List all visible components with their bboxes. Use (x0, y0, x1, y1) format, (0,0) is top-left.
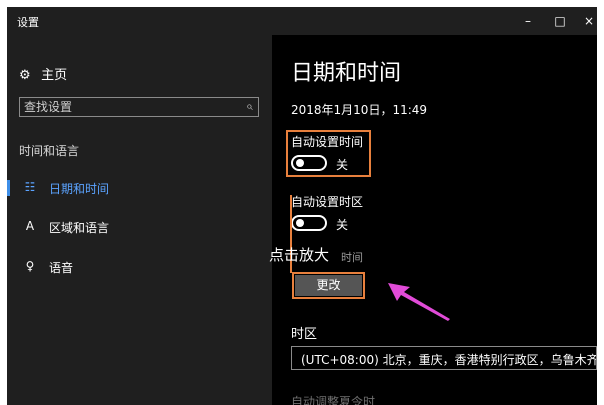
sidebar-item-date-time[interactable]: ☷ 日期和时间 (7, 175, 272, 201)
current-datetime: 2018年1月10日，11:49 (291, 103, 428, 117)
arrow-shape (388, 283, 450, 321)
window-title: 设置 (17, 16, 39, 29)
toggle-knob (296, 219, 304, 227)
timezone-label: 时区 (291, 327, 318, 342)
calendar-clock-icon: ☷ (24, 180, 36, 194)
microphone-icon: ♀ (25, 259, 35, 273)
timezone-value: (UTC+08:00) 北京，重庆，香港特别行政区，乌鲁木齐 (301, 353, 597, 367)
section-title: 时间和语言 (19, 144, 80, 158)
search-input[interactable] (24, 99, 234, 115)
sidebar-item-label: 区域和语言 (49, 221, 110, 235)
maximize-button[interactable]: □ (544, 7, 576, 35)
title-bar: 设置 – □ × (7, 7, 597, 35)
gear-icon: ⚙ (19, 68, 31, 83)
home-link[interactable]: ⚙ 主页 (19, 64, 67, 83)
annotation-arrow-icon (388, 283, 450, 321)
minimize-button[interactable]: – (512, 7, 544, 35)
sidebar-item-label: 日期和时间 (49, 182, 110, 196)
auto-timezone-label: 自动设置时区 (291, 195, 364, 209)
manual-time-label: 时间 (341, 251, 363, 264)
sidebar: ⚙ 主页 ⌕ 时间和语言 ☷ 日期和时间 A 区域和语言 ♀ 语音 (7, 35, 272, 405)
active-indicator (7, 180, 10, 196)
home-label: 主页 (41, 68, 68, 83)
zoom-hint-label: 点击放大 (269, 246, 330, 264)
page-title: 日期和时间 (291, 61, 402, 86)
region-language-icon: A (25, 219, 35, 233)
search-box[interactable]: ⌕ (19, 97, 259, 117)
sidebar-item-label: 语音 (49, 261, 74, 275)
sidebar-item-speech[interactable]: ♀ 语音 (7, 254, 272, 280)
sidebar-item-region-language[interactable]: A 区域和语言 (7, 214, 272, 240)
highlight-box (286, 130, 371, 177)
dst-label: 自动调整夏令时 (291, 395, 376, 405)
highlight-box (292, 272, 365, 299)
main-content: 日期和时间 2018年1月10日，11:49 自动设置时间 关 自动设置时区 关… (269, 35, 597, 405)
search-icon[interactable]: ⌕ (246, 99, 253, 114)
timezone-select[interactable]: (UTC+08:00) 北京，重庆，香港特别行政区，乌鲁木齐 (291, 346, 597, 370)
auto-timezone-state: 关 (336, 218, 349, 232)
close-button[interactable]: × (573, 7, 597, 35)
auto-timezone-toggle[interactable] (291, 215, 327, 231)
settings-window: 设置 – □ × ⚙ 主页 ⌕ 时间和语言 ☷ 日期和时间 A 区域和语言 ♀ … (7, 7, 597, 405)
